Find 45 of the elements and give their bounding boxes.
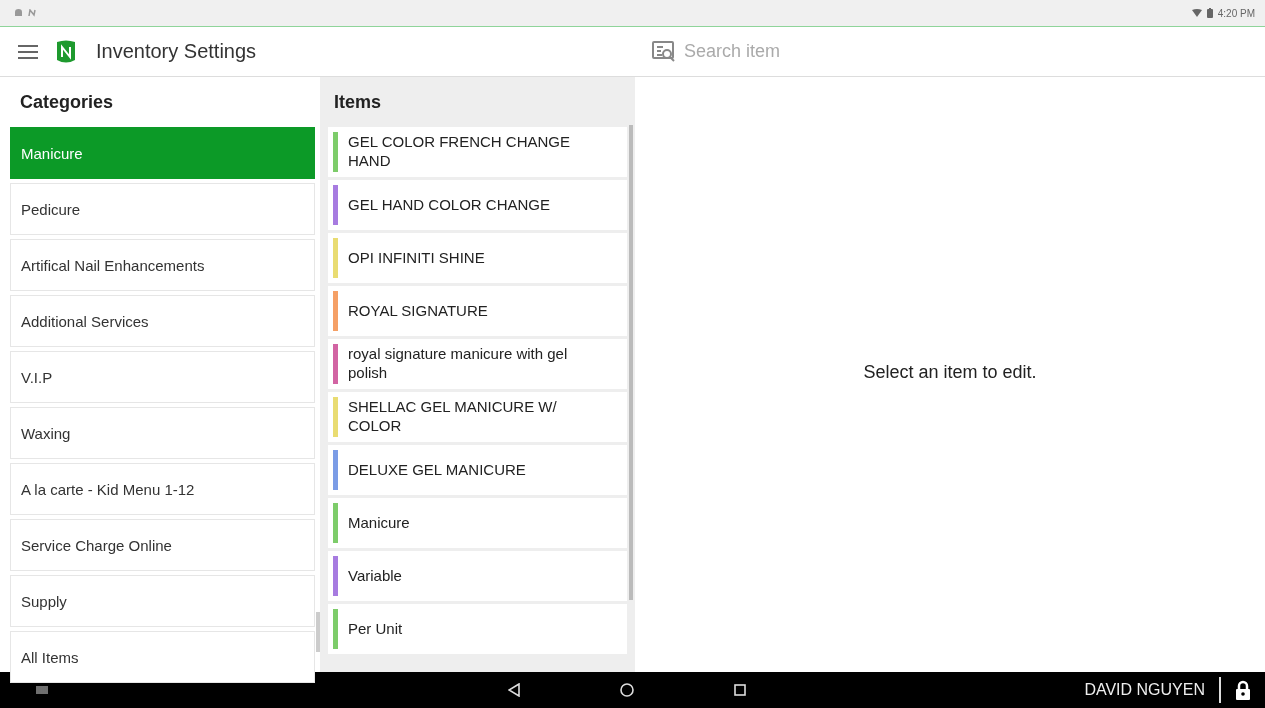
search-icon	[652, 40, 676, 63]
item-name: Variable	[348, 566, 402, 586]
logo-icon	[54, 38, 78, 65]
column-header: Categories	[19, 90, 115, 114]
category-item[interactable]: V.I.P	[10, 351, 315, 403]
category-item[interactable]: Supply	[10, 575, 315, 627]
user-name: DAVID NGUYEN	[1084, 677, 1221, 703]
item-name: Manicure	[348, 513, 410, 533]
wifi-icon	[1191, 9, 1202, 17]
item-card[interactable]: GEL COLOR FRENCH CHANGE HAND	[328, 127, 627, 177]
item-name: royal signature manicure with gel polish	[348, 345, 569, 383]
battery-icon	[1206, 8, 1213, 18]
item-name: SHELLAC GEL MANICURE W/ COLOR	[348, 398, 558, 436]
lock-icon[interactable]	[1235, 680, 1251, 700]
item-name: DELUXE GEL MANICURE	[348, 460, 526, 480]
category-item[interactable]: Manicure	[10, 127, 315, 179]
item-card[interactable]: OPI INFINITI SHINE	[328, 233, 627, 283]
home-icon[interactable]	[620, 683, 634, 697]
clock: 4:20 PM	[1217, 7, 1255, 19]
item-name: ROYAL SIGNATURE	[348, 301, 488, 321]
item-card[interactable]: royal signature manicure with gel polish	[328, 339, 627, 389]
category-item[interactable]: Artifical Nail Enhancements	[10, 239, 315, 291]
column-header: Items	[333, 90, 383, 114]
item-name: GEL HAND COLOR CHANGE	[348, 195, 550, 215]
category-item[interactable]: Pedicure	[10, 183, 315, 235]
item-card[interactable]: SHELLAC GEL MANICURE W/ COLOR	[328, 392, 627, 442]
category-item[interactable]: Additional Services	[10, 295, 315, 347]
item-card[interactable]: Manicure	[328, 498, 627, 548]
page-title: Inventory Settings	[96, 40, 258, 63]
item-card[interactable]: DELUXE GEL MANICURE	[328, 445, 627, 495]
recents-icon[interactable]	[734, 684, 746, 696]
category-item[interactable]: A la carte - Kid Menu 1-12	[10, 463, 315, 515]
category-item[interactable]: Waxing	[10, 407, 315, 459]
item-name: Per Unit	[348, 619, 403, 639]
item-card[interactable]: Variable	[328, 551, 627, 601]
menu-icon[interactable]	[18, 44, 38, 59]
item-card[interactable]: GEL HAND COLOR CHANGE	[328, 180, 627, 230]
category-item[interactable]: Service Charge Online	[10, 519, 315, 571]
category-item[interactable]: All Items	[10, 631, 315, 683]
back-icon[interactable]	[508, 683, 520, 697]
empty-message: Select an item to edit.	[863, 361, 1037, 383]
item-name: GEL COLOR FRENCH CHANGE HAND	[348, 133, 571, 171]
item-name: OPI INFINITI SHINE	[348, 248, 485, 268]
item-card[interactable]: ROYAL SIGNATURE	[328, 286, 627, 336]
item-card[interactable]: Per Unit	[328, 604, 627, 654]
